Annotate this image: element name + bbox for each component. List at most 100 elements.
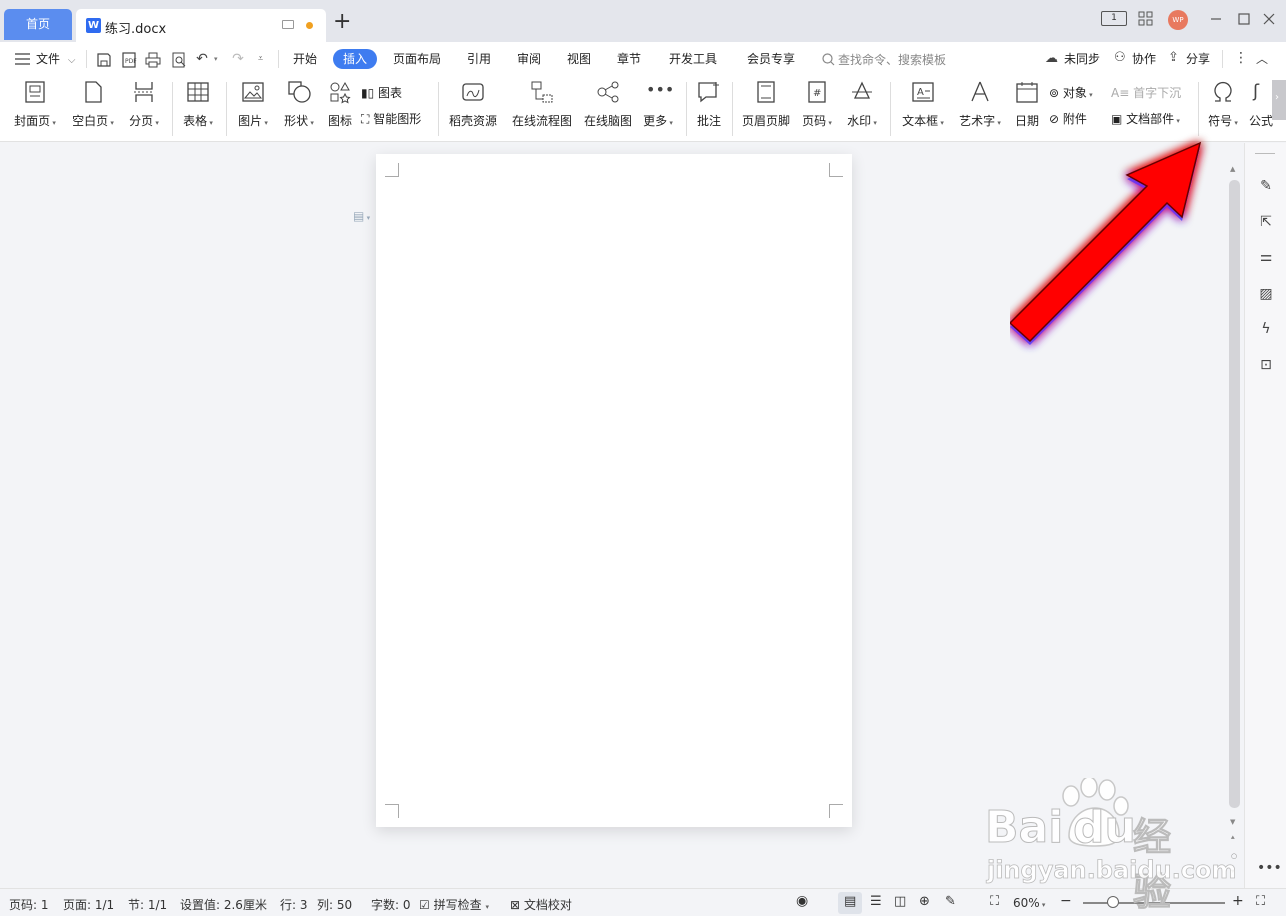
- print-icon[interactable]: [145, 52, 161, 68]
- redo-icon[interactable]: ↷: [230, 51, 246, 67]
- more-options-icon[interactable]: ⋮: [1234, 50, 1248, 66]
- select-cursor-icon[interactable]: ⇱: [1257, 213, 1275, 231]
- date-button[interactable]: 日期: [1012, 80, 1042, 129]
- picture-button[interactable]: 图片 ▾: [233, 80, 273, 129]
- file-menu[interactable]: 文件 ⌵: [36, 51, 75, 69]
- undo-icon[interactable]: ↶: [194, 51, 210, 67]
- maximize-icon[interactable]: [1237, 12, 1251, 26]
- save-icon[interactable]: [96, 52, 112, 68]
- online-mindmap-button[interactable]: 在线脑图: [581, 80, 635, 129]
- image-tool-icon[interactable]: ▨: [1257, 285, 1275, 303]
- minimize-icon[interactable]: [1209, 12, 1223, 26]
- writing-mode-icon[interactable]: ✎: [945, 894, 956, 909]
- page-break-button[interactable]: 分页 ▾: [124, 80, 164, 129]
- watermark-button[interactable]: 水印 ▾: [842, 80, 882, 129]
- more-button[interactable]: ••• 更多 ▾: [640, 80, 676, 129]
- wordart-button[interactable]: 艺术字 ▾: [955, 80, 1005, 129]
- divider: [1198, 82, 1199, 136]
- menu-bar: 文件 ⌵ PDF ↶ ▾ ↷ ⩡ 开始 插入 页面布局 引用 审阅 视图 章节 …: [0, 42, 1286, 76]
- search-icon[interactable]: [822, 53, 835, 66]
- header-footer-button[interactable]: 页眉页脚: [739, 80, 793, 129]
- doc-proofread-button[interactable]: ⊠ 文档校对: [510, 896, 572, 913]
- icon-library-button[interactable]: 图标: [324, 80, 356, 129]
- home-tab[interactable]: 首页: [4, 9, 72, 40]
- status-column[interactable]: 列: 50: [317, 896, 352, 913]
- zoom-level[interactable]: 60% ▾: [1013, 896, 1045, 910]
- tab-review[interactable]: 审阅: [517, 51, 541, 67]
- grid-apps-icon[interactable]: [1138, 11, 1154, 27]
- comment-button[interactable]: 批注: [693, 80, 725, 129]
- textbox-button[interactable]: A 文本框 ▾: [898, 80, 948, 129]
- more-dots-icon[interactable]: •••: [1257, 859, 1282, 877]
- status-section[interactable]: 节: 1/1: [128, 896, 167, 913]
- status-pages[interactable]: 页面: 1/1: [63, 896, 114, 913]
- eye-protection-icon[interactable]: ◉: [796, 893, 808, 909]
- page-number-button[interactable]: # 页码 ▾: [798, 80, 836, 129]
- page-counter-icon[interactable]: 1: [1101, 11, 1127, 26]
- zoom-out-button[interactable]: −: [1060, 893, 1072, 909]
- tab-home[interactable]: 开始: [293, 51, 317, 67]
- scroll-down-icon[interactable]: ▼: [1230, 818, 1235, 826]
- undo-dropdown-icon[interactable]: ▾: [214, 55, 218, 63]
- share-button[interactable]: 分享: [1186, 51, 1210, 67]
- object-button[interactable]: ⊚ 对象 ▾: [1049, 84, 1093, 101]
- print-preview-icon[interactable]: [171, 52, 187, 68]
- document-tab[interactable]: W 练习.docx: [76, 9, 326, 42]
- online-flowchart-button[interactable]: 在线流程图: [510, 80, 574, 129]
- outline-view-icon[interactable]: ☰: [870, 894, 882, 909]
- book-search-icon[interactable]: ⊡: [1257, 356, 1275, 374]
- tab-page-layout[interactable]: 页面布局: [393, 51, 441, 67]
- smartart-button[interactable]: ⛶ 智能图形: [361, 110, 421, 127]
- pen-edit-icon[interactable]: ✎: [1257, 177, 1275, 195]
- export-pdf-icon[interactable]: PDF: [121, 52, 137, 68]
- shape-button[interactable]: 形状 ▾: [279, 80, 319, 129]
- zoom-slider-thumb[interactable]: [1107, 896, 1120, 908]
- tab-chapter[interactable]: 章节: [617, 51, 641, 67]
- tab-membership[interactable]: 会员专享: [747, 51, 795, 67]
- monitor-icon[interactable]: [282, 20, 294, 29]
- cover-page-button[interactable]: 封面页 ▾: [10, 80, 60, 129]
- blank-page-button[interactable]: 空白页 ▾: [68, 80, 118, 129]
- collaborate-icon[interactable]: ⚇: [1114, 50, 1126, 65]
- margin-corner-mark: [829, 163, 843, 177]
- status-word-count[interactable]: 字数: 0: [371, 896, 411, 913]
- collaborate-button[interactable]: 协作: [1132, 51, 1156, 67]
- attachment-button[interactable]: ⊘ 附件: [1049, 110, 1087, 127]
- cloud-sync-icon[interactable]: ☁: [1045, 51, 1058, 66]
- zoom-in-button[interactable]: +: [1232, 893, 1244, 909]
- status-setting-value[interactable]: 设置值: 2.6厘米: [180, 896, 267, 913]
- fullscreen-icon[interactable]: ⛶: [1256, 894, 1265, 909]
- reading-view-icon[interactable]: ◫: [894, 894, 906, 909]
- web-view-icon[interactable]: ⊕: [919, 894, 930, 909]
- collapse-ribbon-icon[interactable]: ︿: [1256, 50, 1268, 67]
- command-search-input[interactable]: 查找命令、搜索模板: [838, 51, 946, 68]
- settings-sliders-icon[interactable]: ⚌: [1257, 248, 1275, 266]
- tab-developer[interactable]: 开发工具: [669, 51, 717, 67]
- table-button[interactable]: 表格 ▾: [178, 80, 218, 129]
- symbol-button[interactable]: 符号 ▾: [1204, 80, 1242, 129]
- doc-parts-button[interactable]: ▣ 文档部件 ▾: [1111, 110, 1180, 127]
- close-icon[interactable]: [1262, 12, 1276, 26]
- sync-status[interactable]: 未同步: [1064, 51, 1100, 67]
- ribbon-scroll-right-button[interactable]: ›: [1272, 80, 1286, 120]
- chart-button[interactable]: ▮▯ 图表: [361, 84, 402, 101]
- document-page[interactable]: [376, 154, 852, 827]
- spell-check-button[interactable]: ☑ 拼写检查 ▾: [419, 896, 489, 913]
- tab-references[interactable]: 引用: [467, 51, 491, 67]
- user-avatar[interactable]: WP: [1168, 10, 1188, 30]
- daoke-resources-button[interactable]: 稻壳资源: [446, 80, 500, 129]
- watermark-icon: [852, 81, 872, 99]
- status-row[interactable]: 行: 3: [280, 896, 308, 913]
- status-page-number[interactable]: 页码: 1: [9, 896, 49, 913]
- previous-page-icon[interactable]: ⯅: [1230, 834, 1236, 843]
- tab-view[interactable]: 视图: [567, 51, 591, 67]
- lightning-icon[interactable]: ϟ: [1257, 320, 1275, 338]
- customize-toolbar-icon[interactable]: ⩡: [258, 54, 263, 64]
- paragraph-marker-icon[interactable]: ▤ ▾: [353, 209, 370, 223]
- fit-page-icon[interactable]: ⛶: [990, 894, 999, 909]
- share-icon[interactable]: ⇪: [1168, 50, 1179, 65]
- hamburger-icon[interactable]: [15, 53, 31, 66]
- dropcap-button[interactable]: A≡ 首字下沉: [1111, 84, 1181, 101]
- tab-insert[interactable]: 插入: [333, 49, 378, 69]
- new-tab-button[interactable]: +: [333, 10, 351, 34]
